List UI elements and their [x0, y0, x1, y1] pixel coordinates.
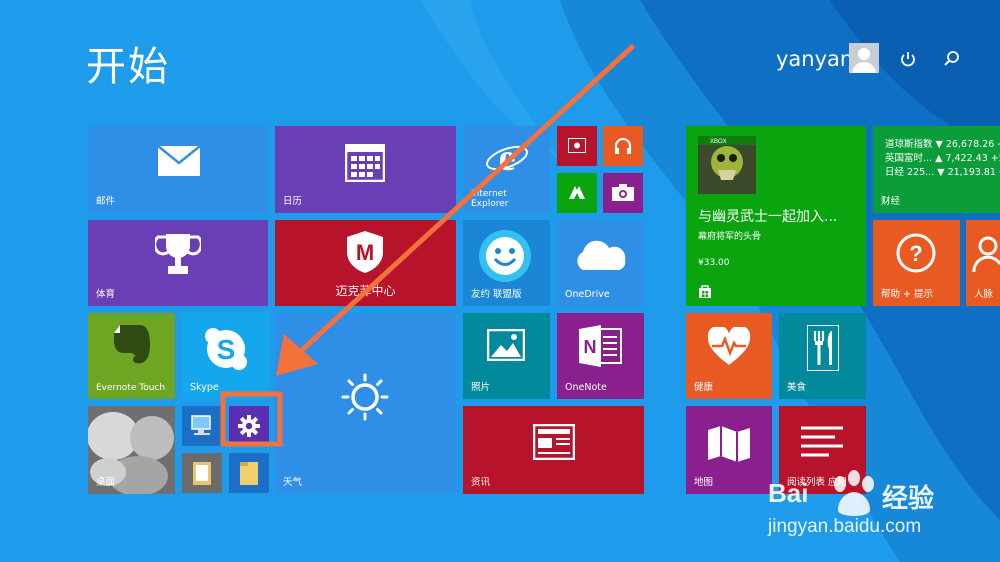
baidu-brand-jingyan: 经验	[882, 484, 935, 514]
annotation-highlight-box	[220, 391, 283, 447]
baidu-brand: Bai	[768, 478, 809, 508]
baidu-watermark: Bai 经验 jingyan.baidu.com	[762, 470, 994, 550]
baidu-url: jingyan.baidu.com	[768, 516, 922, 537]
annotation-arrow	[297, 44, 635, 355]
baidu-paw-icon	[834, 470, 874, 516]
